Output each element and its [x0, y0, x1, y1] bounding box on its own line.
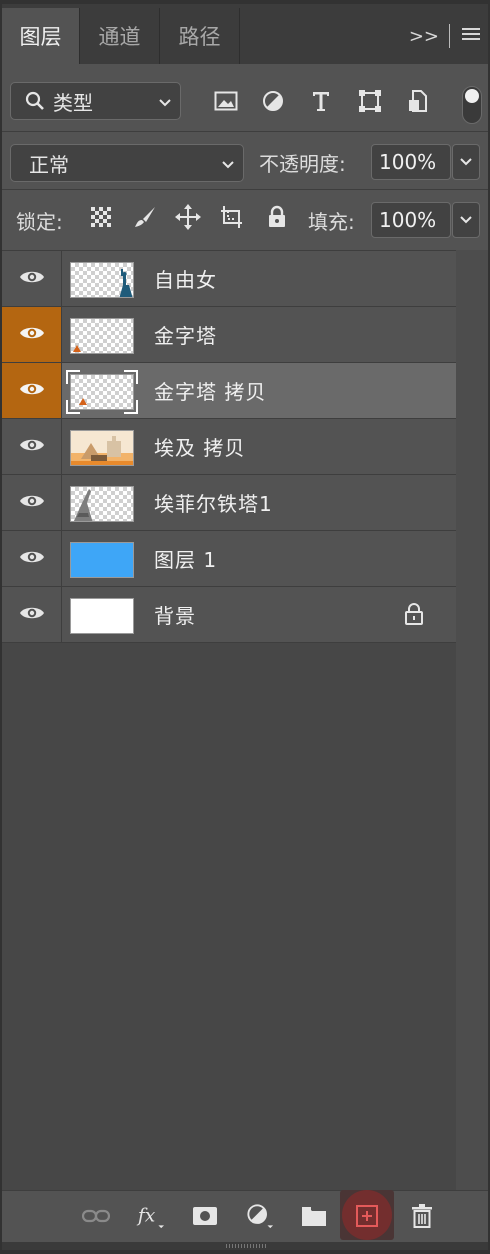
selection-corner [124, 370, 138, 384]
tab-controls: >> [409, 18, 482, 54]
layer-name: 图层 1 [154, 548, 218, 572]
type-filter-icon[interactable] [308, 88, 334, 114]
layer-name: 自由女 [154, 268, 217, 292]
resize-grip[interactable] [2, 1242, 488, 1250]
lock-label: 锁定: [16, 210, 63, 234]
selection-corner [66, 400, 80, 414]
eye-icon [19, 604, 45, 626]
panel-menu-icon[interactable] [460, 25, 482, 48]
blend-mode-label: 正常 [29, 152, 69, 177]
fill-dropdown[interactable] [452, 202, 480, 238]
fill-input[interactable]: 100% [371, 202, 451, 238]
selection-corner [66, 370, 80, 384]
adjustment-filter-icon[interactable] [260, 88, 286, 114]
layer-thumbnail [70, 542, 134, 578]
filter-row: 类型 [2, 64, 488, 132]
lock-position-icon[interactable] [175, 204, 201, 230]
layer-thumbnail [70, 598, 134, 634]
opacity-label: 不透明度: [259, 152, 346, 176]
tab-channels[interactable]: 通道 [80, 8, 160, 64]
layer-name: 埃菲尔铁塔1 [154, 492, 273, 516]
grip-dots [226, 1244, 266, 1248]
blend-row: 正常 不透明度: 100% [2, 132, 488, 190]
smart-object-filter-icon[interactable] [405, 88, 431, 114]
tab-layers[interactable]: 图层 [2, 8, 80, 64]
divider [449, 24, 450, 48]
shape-filter-icon[interactable] [357, 88, 383, 114]
blend-mode-select[interactable]: 正常 [10, 144, 244, 182]
layer-name: 金字塔 拷贝 [154, 380, 267, 404]
eye-icon [19, 268, 45, 290]
new-group-icon[interactable] [300, 1202, 328, 1230]
eye-icon [19, 380, 45, 402]
layer-thumbnail [70, 430, 134, 466]
eye-icon [19, 548, 45, 570]
layers-panel: 图层 通道 路径 >> 类型 正常 不透明度: 100% 锁定: 填充: 100… [2, 4, 488, 1250]
scrollbar[interactable] [456, 250, 488, 1190]
opacity-input[interactable]: 100% [371, 144, 451, 180]
toggle-knob [465, 89, 479, 103]
lock-transparent-icon[interactable] [88, 204, 114, 230]
filter-kind-label: 类型 [53, 90, 93, 115]
collapse-panel-button[interactable]: >> [409, 26, 439, 47]
chevron-down-icon [221, 151, 235, 175]
layer-row[interactable]: 自由女 [2, 251, 456, 307]
layer-row[interactable]: 金字塔 [2, 307, 456, 363]
visibility-toggle[interactable] [2, 531, 62, 586]
layers-list: 自由女 金字塔 金字塔 拷贝 埃及 拷贝 埃菲尔铁塔1 图层 1 背景 [2, 250, 456, 1190]
layer-row[interactable]: 背景 [2, 587, 456, 643]
tab-paths[interactable]: 路径 [160, 8, 240, 64]
visibility-toggle[interactable] [2, 307, 62, 362]
eye-icon [19, 436, 45, 458]
layer-lock-icon[interactable] [404, 603, 424, 629]
layer-name: 埃及 拷贝 [154, 436, 246, 460]
eye-icon [19, 324, 45, 346]
layer-thumbnail [70, 486, 134, 522]
delete-layer-icon[interactable] [408, 1202, 436, 1230]
layer-name: 背景 [154, 604, 196, 628]
lock-all-icon[interactable] [264, 204, 290, 230]
fx-icon[interactable]: fx [136, 1202, 164, 1230]
link-layers-icon[interactable] [82, 1202, 110, 1230]
layer-thumbnail [70, 318, 134, 354]
layer-row[interactable]: 图层 1 [2, 531, 456, 587]
layer-thumbnail [70, 262, 134, 298]
fill-label: 填充: [308, 210, 355, 234]
tab-bar: 图层 通道 路径 >> [2, 4, 488, 64]
visibility-toggle[interactable] [2, 475, 62, 530]
layer-row[interactable]: 埃及 拷贝 [2, 419, 456, 475]
image-filter-icon[interactable] [213, 88, 239, 114]
new-adjustment-icon[interactable] [246, 1202, 274, 1230]
svg-text:fx: fx [136, 1206, 156, 1227]
eye-icon [19, 492, 45, 514]
visibility-toggle[interactable] [2, 587, 62, 642]
lock-image-icon[interactable] [132, 204, 158, 230]
filter-toggle[interactable] [462, 86, 482, 124]
visibility-toggle[interactable] [2, 419, 62, 474]
opacity-dropdown[interactable] [452, 144, 480, 180]
visibility-toggle[interactable] [2, 363, 62, 418]
layer-row[interactable]: 埃菲尔铁塔1 [2, 475, 456, 531]
visibility-toggle[interactable] [2, 251, 62, 306]
search-icon [25, 91, 45, 111]
lock-artboard-icon[interactable] [220, 204, 246, 230]
layer-row[interactable]: 金字塔 拷贝 [2, 363, 456, 419]
new-layer-icon[interactable] [353, 1202, 381, 1230]
chevron-down-icon [158, 89, 172, 113]
filter-kind-select[interactable]: 类型 [10, 82, 181, 120]
selection-corner [124, 400, 138, 414]
layer-name: 金字塔 [154, 324, 217, 348]
add-mask-icon[interactable] [191, 1202, 219, 1230]
